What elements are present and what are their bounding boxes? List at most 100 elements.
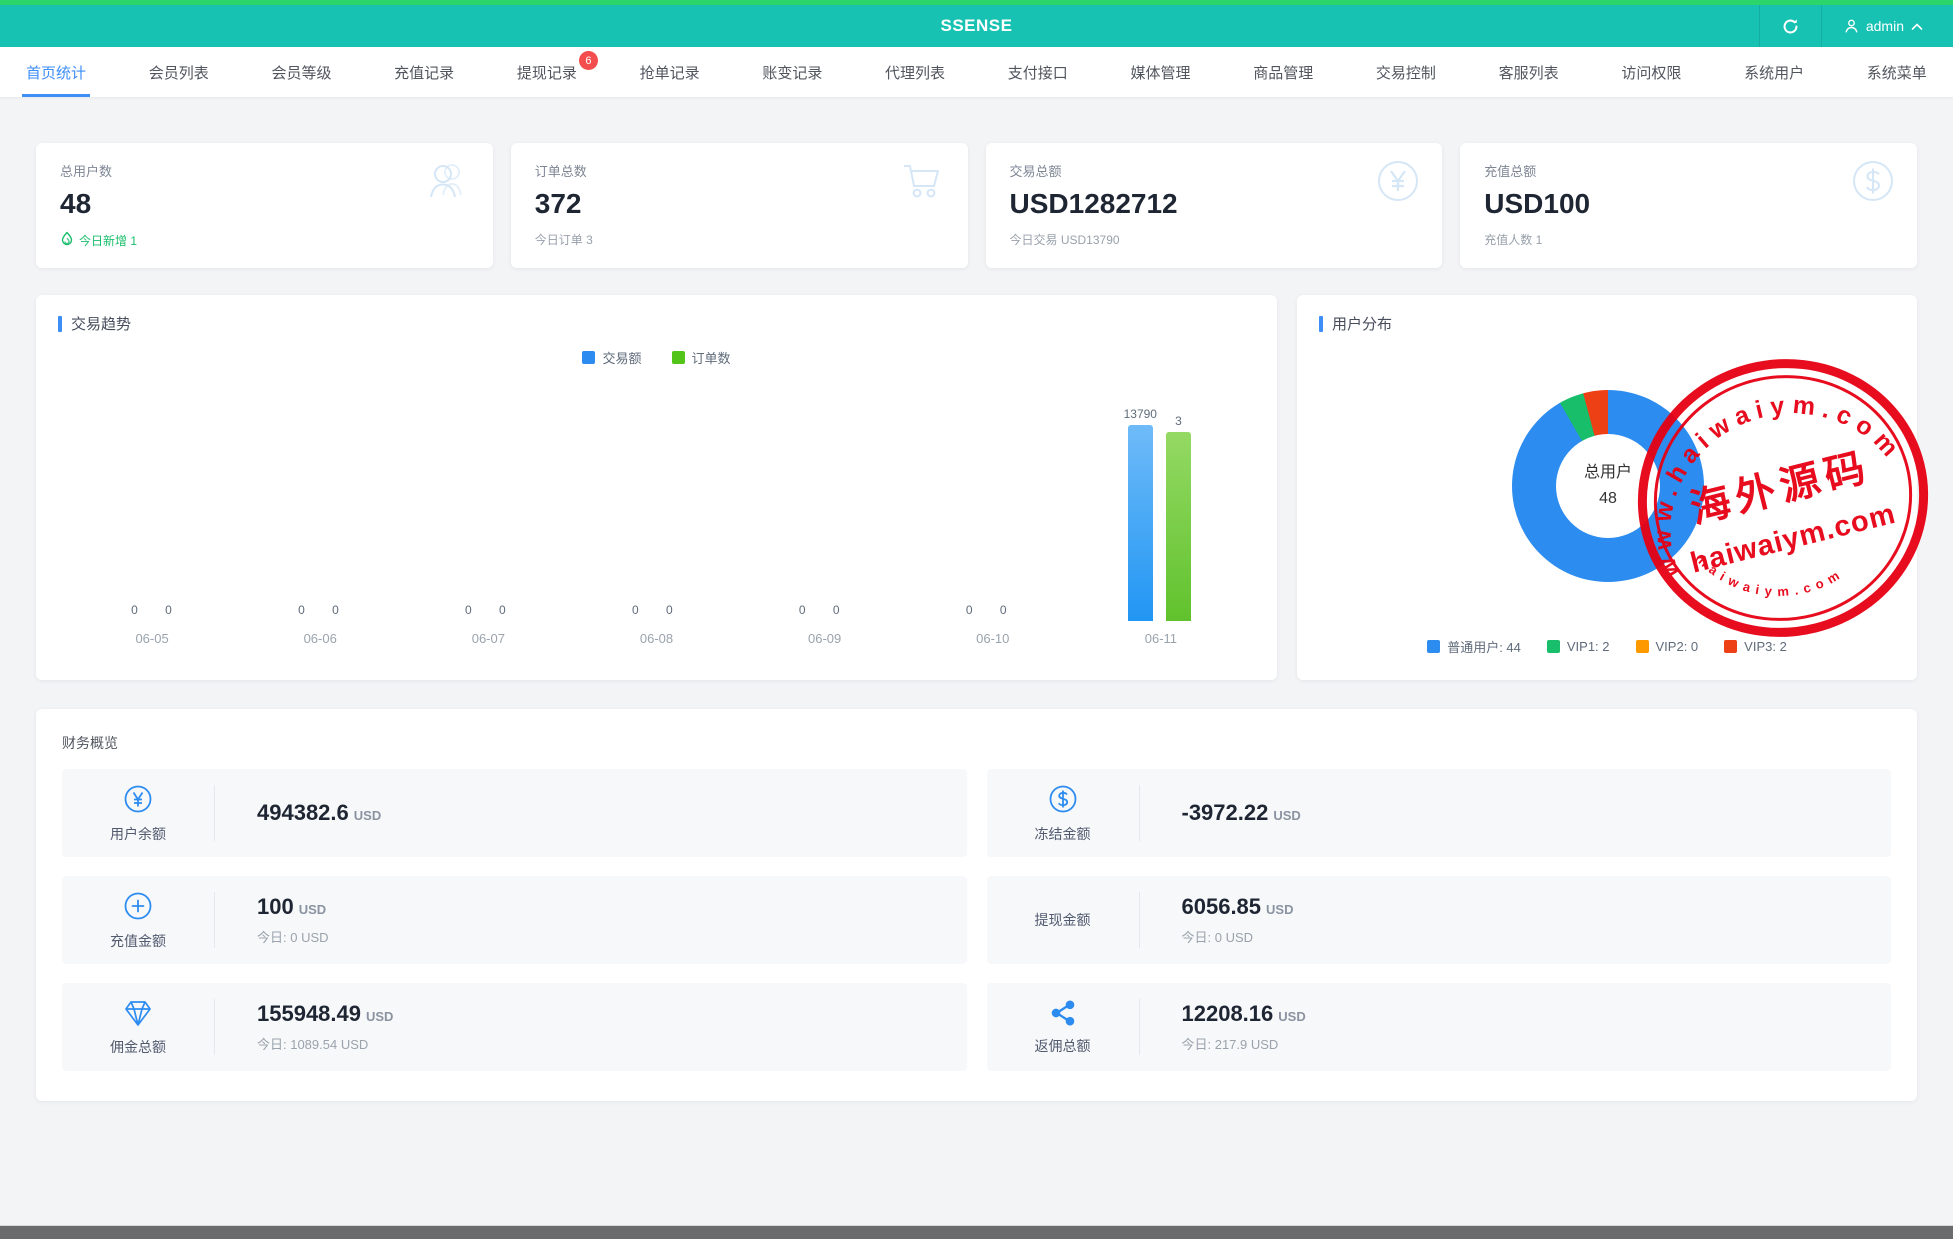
bar-value-label: 0	[966, 603, 973, 617]
nav-tab-1[interactable]: 首页统计	[22, 47, 90, 97]
stat-card-3: 交易总额 USD1282712 今日交易 USD13790	[986, 143, 1443, 268]
trend-bar-chart: 0 0 0 0 0 0 0 0 0	[58, 389, 1255, 621]
charts-row: 交易趋势 交易额订单数 0 0 0 0 0 0 0 0	[36, 295, 1917, 680]
bar-group-06-08: 0 0	[623, 603, 682, 621]
finance-row-left: 用户余额	[62, 783, 214, 844]
app-header: SSENSE admin	[0, 5, 1953, 47]
title-accent-bar	[58, 316, 62, 332]
bar[interactable]	[1128, 425, 1153, 621]
bar-value-label: 13790	[1124, 407, 1157, 421]
finance-row-6: 返佣总额 12208.16USD 今日: 217.9 USD	[987, 983, 1892, 1071]
finance-row-left: 提现金额	[987, 910, 1139, 930]
bar-group-06-06: 0 0	[289, 603, 348, 621]
bar-column: 0	[991, 603, 1016, 621]
bar-column: 0	[122, 603, 147, 621]
bar-value-label: 0	[298, 603, 305, 617]
finance-row-today: 今日: 0 USD	[1182, 927, 1294, 946]
finance-row-5: 佣金总额 155948.49USD 今日: 1089.54 USD	[62, 983, 967, 1071]
flame-icon	[60, 231, 74, 249]
header-actions: admin	[1759, 5, 1953, 47]
trend-legend: 交易额 订单数	[58, 348, 1255, 367]
nav-tab-12[interactable]: 交易控制	[1372, 47, 1440, 97]
app-title: SSENSE	[0, 16, 1953, 36]
finance-row-today: 今日: 1089.54 USD	[257, 1034, 393, 1053]
finance-row-2: 冻结金额 -3972.22USD	[987, 769, 1892, 857]
stat-card-1: 总用户数 48 今日新增 1	[36, 143, 493, 268]
nav-tab-10[interactable]: 媒体管理	[1126, 47, 1194, 97]
bar-value-label: 0	[666, 603, 673, 617]
finance-row-label: 用户余额	[110, 824, 166, 844]
stat-card-subtext: 今日交易 USD13790	[1010, 231, 1419, 248]
bar-column: 0	[824, 603, 849, 621]
legend-item[interactable]: VIP3: 2	[1724, 637, 1787, 656]
finance-row-1: 用户余额 494382.6USD	[62, 769, 967, 857]
nav-tab-label: 交易控制	[1376, 62, 1436, 83]
nav-tab-4[interactable]: 充值记录	[390, 47, 458, 97]
bar-value-label: 0	[165, 603, 172, 617]
finance-panel: 财务概览 用户余额 494382.6USD 冻结金额 -3972.22USD	[36, 709, 1917, 1101]
nav-tab-16[interactable]: 系统菜单	[1863, 47, 1931, 97]
bar-group-06-07: 0 0	[456, 603, 515, 621]
nav-tab-6[interactable]: 抢单记录	[636, 47, 704, 97]
nav-tab-15[interactable]: 系统用户	[1740, 47, 1808, 97]
nav-tab-3[interactable]: 会员等级	[267, 47, 335, 97]
bar-column: 0	[657, 603, 682, 621]
legend-item[interactable]: 普通用户: 44	[1427, 637, 1521, 656]
legend-item[interactable]: 交易额	[582, 348, 641, 367]
legend-item[interactable]: VIP1: 2	[1547, 637, 1610, 656]
finance-title: 财务概览	[62, 733, 1891, 753]
finance-row-label: 充值金额	[110, 931, 166, 951]
x-axis-tick: 06-05	[122, 631, 182, 646]
stat-card-label: 充值总额	[1484, 161, 1893, 180]
nav-tab-9[interactable]: 支付接口	[1004, 47, 1072, 97]
nav-tab-label: 提现记录	[517, 62, 577, 83]
finance-row-label: 返佣总额	[1035, 1036, 1091, 1056]
bar-column: 0	[623, 603, 648, 621]
bar-value-label: 0	[632, 603, 639, 617]
bar-value-label: 0	[332, 603, 339, 617]
finance-row-4: 提现金额 6056.85USD 今日: 0 USD	[987, 876, 1892, 964]
nav-tab-2[interactable]: 会员列表	[145, 47, 213, 97]
finance-row-3: 充值金额 100USD 今日: 0 USD	[62, 876, 967, 964]
stat-card-4: 充值总额 USD100 充值人数 1	[1460, 143, 1917, 268]
stamp-center-text: 海外源码	[1686, 445, 1875, 532]
nav-tab-label: 充值记录	[394, 62, 454, 83]
nav-tab-label: 代理列表	[885, 62, 945, 83]
nav-tab-label: 商品管理	[1253, 62, 1313, 83]
nav-tab-11[interactable]: 商品管理	[1249, 47, 1317, 97]
bar-value-label: 0	[499, 603, 506, 617]
nav-tab-7[interactable]: 账变记录	[758, 47, 826, 97]
user-name: admin	[1866, 18, 1904, 34]
stat-card-value: 48	[60, 188, 469, 220]
legend-item[interactable]: 订单数	[672, 348, 731, 367]
finance-row-left: 佣金总额	[62, 998, 214, 1057]
plus-circle-icon	[122, 890, 154, 925]
bar-column: 0	[957, 603, 982, 621]
stat-card-label: 交易总额	[1010, 161, 1419, 180]
notification-badge: 6	[579, 51, 598, 70]
x-axis-tick: 06-10	[963, 631, 1023, 646]
stat-cards-row: 总用户数 48 今日新增 1 订单总数 372 今日订单 3 交易总额 USD1…	[36, 143, 1917, 268]
user-icon	[1844, 18, 1859, 34]
bar-value-label: 0	[131, 603, 138, 617]
refresh-button[interactable]	[1759, 5, 1821, 47]
gem-icon	[122, 998, 154, 1031]
users-icon	[423, 159, 471, 206]
legend-swatch	[672, 351, 685, 364]
nav-tab-13[interactable]: 客服列表	[1495, 47, 1563, 97]
bar[interactable]	[1166, 432, 1191, 621]
yen-circle-icon	[1376, 159, 1420, 208]
refresh-icon	[1782, 18, 1799, 35]
user-menu[interactable]: admin	[1821, 5, 1953, 47]
bar-value-label: 3	[1175, 414, 1182, 428]
bar-value-label: 0	[1000, 603, 1007, 617]
horizontal-scrollbar[interactable]	[0, 1225, 1953, 1239]
nav-tab-label: 会员等级	[271, 62, 331, 83]
yen-circle-icon	[122, 783, 154, 818]
nav-tab-8[interactable]: 代理列表	[881, 47, 949, 97]
finance-row-value: 155948.49USD	[257, 1001, 393, 1027]
legend-item[interactable]: VIP2: 0	[1636, 637, 1699, 656]
bar-value-label: 0	[465, 603, 472, 617]
nav-tab-5[interactable]: 提现记录6	[513, 47, 581, 97]
nav-tab-14[interactable]: 访问权限	[1617, 47, 1685, 97]
